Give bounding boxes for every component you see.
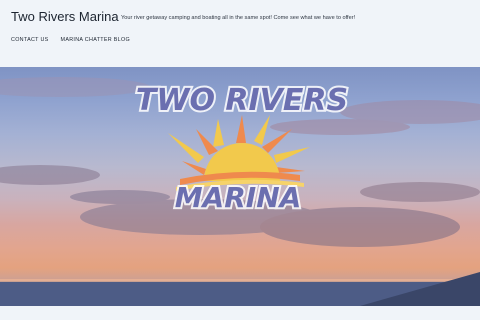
logo-text-bottom: MARINA — [175, 181, 302, 214]
marina-logo: TWO RIVERS TWO RIVERS MARINA MARINA — [134, 81, 350, 216]
page-bottom-strip — [0, 306, 480, 320]
site-header: Two Rivers Marina Your river getaway cam… — [0, 0, 480, 66]
logo-text-top: TWO RIVERS — [136, 83, 348, 118]
hero-banner: TWO RIVERS TWO RIVERS MARINA MARINA — [0, 67, 480, 306]
nav-item-contact-us[interactable]: CONTACT US — [11, 37, 49, 43]
site-title-link[interactable]: Two Rivers Marina — [11, 9, 119, 24]
main-nav: CONTACT US MARINA CHATTER BLOG — [11, 37, 130, 43]
site-tagline: Your river getaway camping and boating a… — [121, 15, 356, 21]
nav-item-marina-chatter-blog[interactable]: MARINA CHATTER BLOG — [61, 37, 130, 43]
hero-sunset-image: TWO RIVERS TWO RIVERS MARINA MARINA — [0, 77, 480, 306]
